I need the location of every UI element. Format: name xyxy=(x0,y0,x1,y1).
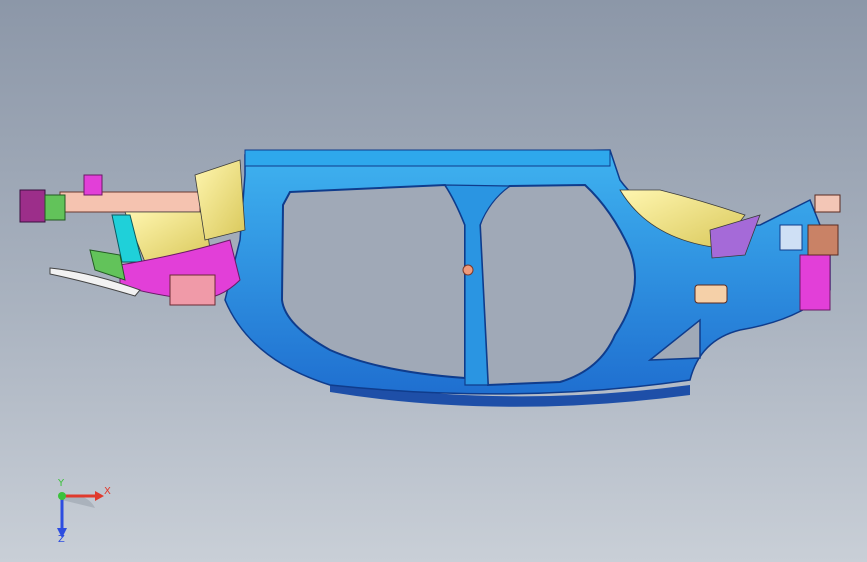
triad-y-label: Y xyxy=(58,478,65,489)
roof-rail xyxy=(244,149,611,167)
rear-fuel-door xyxy=(694,284,728,304)
rear-bracket xyxy=(807,224,839,256)
car-body-frame-model[interactable] xyxy=(0,0,867,562)
front-pink-brace xyxy=(169,274,216,306)
front-magenta-tab xyxy=(83,174,103,196)
rear-tab xyxy=(814,194,841,213)
front-rail-pink xyxy=(59,191,201,213)
triad-x-label: X xyxy=(104,486,111,497)
triad-z-label: Z xyxy=(58,534,65,545)
front-green-cap xyxy=(44,194,66,221)
front-green-bracket xyxy=(89,249,126,281)
coordinate-triad: X Y Z xyxy=(40,478,120,548)
rear-panel-magenta xyxy=(799,254,831,311)
b-pillar-hole xyxy=(462,264,474,276)
graphics-viewport[interactable]: X Y Z xyxy=(0,0,867,562)
front-green-block xyxy=(19,189,46,223)
rear-latch-plate xyxy=(779,224,803,251)
